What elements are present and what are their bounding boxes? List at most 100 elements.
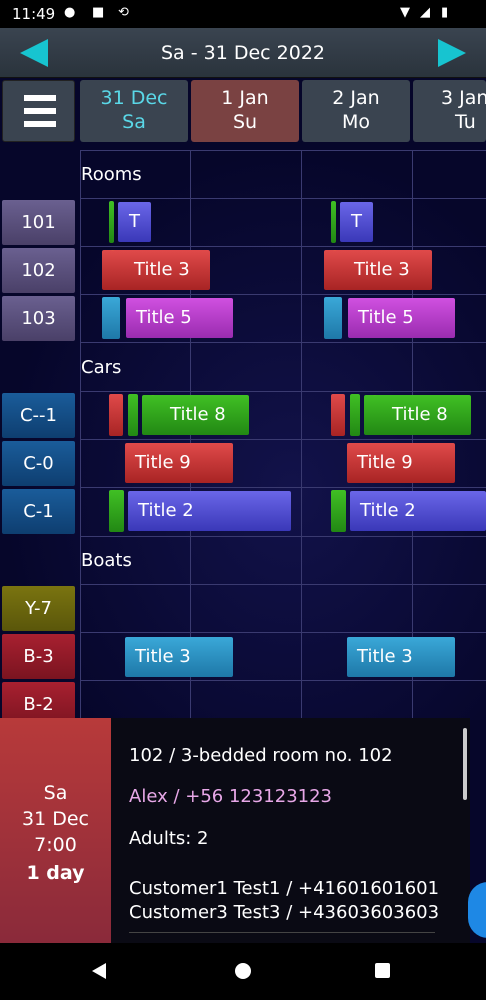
event-strip[interactable]	[331, 201, 336, 243]
event-block[interactable]: T	[340, 202, 373, 242]
event-block[interactable]: 🔔 Title 8	[142, 395, 249, 435]
event-strip[interactable]	[331, 490, 346, 532]
row-label-c--1[interactable]: C--1	[2, 393, 75, 438]
day-column-31-dec[interactable]: 31 Dec Sa	[80, 80, 188, 142]
floating-action-button[interactable]	[468, 882, 486, 938]
event-title: Title 8	[392, 404, 448, 425]
grid-line	[80, 439, 486, 440]
event-strip[interactable]	[350, 394, 360, 436]
event-title: Title 3	[354, 259, 410, 280]
event-block[interactable]: Title 9	[125, 443, 233, 483]
day-date: 31 Dec	[100, 87, 168, 109]
grid-line	[80, 342, 486, 343]
day-column-3-jan[interactable]: 3 Jan Tu	[413, 80, 486, 142]
booking-guest[interactable]: Alex / +56 123123123	[129, 786, 332, 807]
booking-adults: Adults: 2	[129, 828, 209, 849]
row-label-b-3[interactable]: B-3	[2, 634, 75, 679]
grid-line	[80, 680, 486, 681]
bell-icon: 🔔	[146, 395, 160, 397]
event-block[interactable]: Title 3	[347, 637, 455, 677]
row-label-c-1[interactable]: C-1	[2, 489, 75, 534]
grid-line	[412, 150, 413, 720]
booking-date-card[interactable]: Sa 31 Dec 7:00 1 day	[0, 718, 111, 943]
status-bar: 11:49 ● ■ ⟲ ▼ ◢ ▮	[0, 0, 486, 28]
section-rooms: Rooms	[81, 164, 142, 185]
booking-weekday: Sa	[43, 782, 68, 804]
event-block[interactable]: 🔔 Title 8	[364, 395, 471, 435]
grid-line	[80, 150, 486, 151]
date-header: Sa - 31 Dec 2022	[0, 28, 486, 78]
event-strip[interactable]	[324, 297, 342, 339]
event-block[interactable]: Title 2	[128, 491, 291, 531]
event-strip[interactable]	[109, 201, 114, 243]
event-title: Title 8	[170, 404, 226, 425]
grid-line	[301, 150, 302, 720]
bell-icon: 🔔	[368, 395, 382, 397]
battery-icon: ▮	[441, 5, 449, 20]
booking-room: 102 / 3-bedded room no. 102	[129, 745, 393, 766]
row-label-c-0[interactable]: C-0	[2, 441, 75, 486]
event-strip[interactable]	[109, 490, 124, 532]
section-cars: Cars	[81, 357, 122, 378]
back-icon[interactable]	[92, 963, 106, 979]
status-time: 11:49	[12, 5, 56, 23]
menu-button[interactable]	[2, 80, 75, 142]
event-strip[interactable]	[128, 394, 138, 436]
grid-line	[80, 584, 486, 585]
event-strip[interactable]	[109, 394, 123, 436]
day-weekday: Sa	[122, 111, 146, 133]
event-block[interactable]: Title 9	[347, 443, 455, 483]
grid-line	[80, 536, 486, 537]
section-boats: Boats	[81, 550, 132, 571]
booking-customer-3[interactable]: Customer3 Test3 / +43603603603	[129, 902, 439, 923]
panel-scrollbar[interactable]	[463, 728, 467, 800]
next-day-arrow-icon[interactable]	[438, 39, 466, 67]
event-block[interactable]: Title 2	[350, 491, 486, 531]
row-label-y-7[interactable]: Y-7	[2, 586, 75, 631]
day-weekday: Su	[232, 111, 258, 133]
grid-line	[80, 487, 486, 488]
grid-line	[190, 150, 191, 720]
signal-icon: ◢	[420, 5, 430, 20]
grid-line	[80, 150, 81, 720]
day-column-2-jan[interactable]: 2 Jan Mo	[302, 80, 410, 142]
event-title: Title 3	[134, 259, 190, 280]
booking-date: 31 Dec	[22, 808, 89, 830]
bell-icon: 🔔	[106, 250, 120, 252]
row-label-102[interactable]: 102	[2, 248, 75, 293]
header-date-title[interactable]: Sa - 31 Dec 2022	[0, 42, 486, 64]
grid-line	[80, 198, 486, 199]
chat-icon: ●	[64, 5, 76, 20]
event-block[interactable]: T	[118, 202, 151, 242]
booking-details[interactable]: 102 / 3-bedded room no. 102 Alex / +56 1…	[111, 718, 470, 943]
wifi-icon: ▼	[400, 5, 410, 20]
event-strip[interactable]	[331, 394, 345, 436]
booking-duration: 1 day	[26, 862, 85, 884]
day-date: 3 Jan	[441, 87, 486, 109]
row-label-101[interactable]: 101	[2, 200, 75, 245]
grid-line	[80, 391, 486, 392]
grid-line	[80, 632, 486, 633]
grid-line	[80, 294, 486, 295]
divider	[129, 932, 435, 933]
row-label-103[interactable]: 103	[2, 296, 75, 341]
event-strip[interactable]	[102, 297, 120, 339]
day-weekday: Tu	[455, 111, 476, 133]
day-weekday: Mo	[341, 111, 371, 133]
booking-customer-1[interactable]: Customer1 Test1 / +41601601601	[129, 878, 439, 899]
event-block[interactable]: Title 5	[126, 298, 233, 338]
event-block[interactable]: Title 3	[125, 637, 233, 677]
sync-icon: ⟲	[118, 5, 129, 20]
day-column-1-jan[interactable]: 1 Jan Su	[191, 80, 299, 142]
day-date: 2 Jan	[332, 87, 380, 109]
event-block[interactable]: 🔔 Title 3	[102, 250, 210, 290]
home-icon[interactable]	[235, 963, 251, 979]
recents-icon[interactable]	[375, 963, 390, 978]
event-block[interactable]: 🔔 Title 3	[324, 250, 432, 290]
bell-icon: 🔔	[328, 250, 342, 252]
grid-line	[80, 246, 486, 247]
booking-time: 7:00	[34, 834, 77, 856]
day-date: 1 Jan	[221, 87, 269, 109]
sd-card-icon: ■	[92, 5, 105, 20]
event-block[interactable]: Title 5	[348, 298, 455, 338]
